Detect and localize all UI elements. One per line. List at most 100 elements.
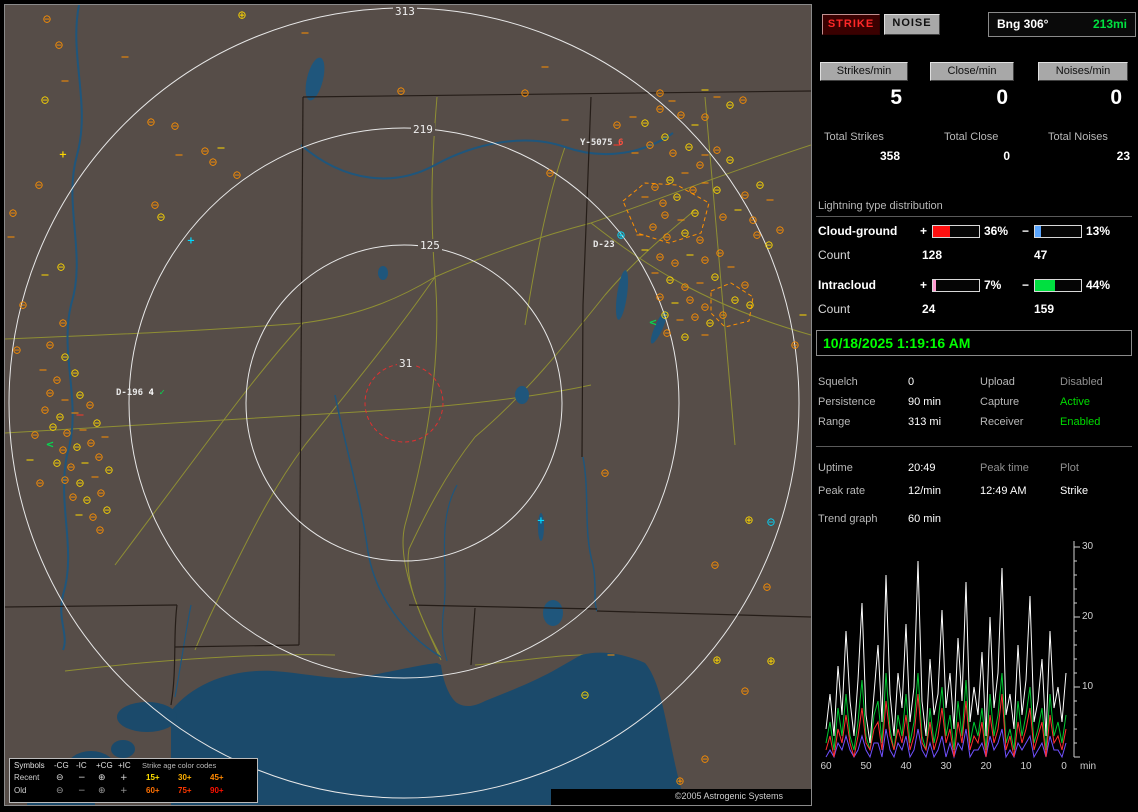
x-tick-60: 60 (820, 761, 832, 772)
ring-label-31: 31 (397, 357, 415, 370)
strike-symbol: ⊖ (690, 310, 700, 324)
strike-symbol (76, 414, 84, 416)
strike-symbol: ⊖ (676, 108, 686, 122)
strike-symbol (91, 476, 99, 478)
strike-symbol: ⊖ (580, 688, 590, 702)
strike-symbol: ⊖ (764, 238, 774, 252)
strike-symbol (61, 80, 69, 82)
strike-symbol: ⊖ (85, 398, 95, 412)
strike-symbol (79, 429, 87, 431)
strike-symbol: ⊖ (30, 428, 40, 442)
peak-time-value: 12:49 AM (980, 485, 1027, 497)
total-strikes-value: 358 (879, 149, 900, 163)
strike-symbol (7, 236, 15, 238)
intracloud-label: Intracloud (818, 278, 877, 292)
ic-minus-bar (1034, 279, 1082, 292)
range-value: 313 mi (908, 416, 942, 428)
strike-symbol (301, 32, 309, 34)
strike-symbol (607, 654, 615, 656)
strike-symbol: ⊖ (745, 298, 755, 312)
minus-sign: − (1022, 224, 1030, 238)
strike-symbol: ⊖ (650, 180, 660, 194)
strike-symbol: ⊖ (700, 253, 710, 267)
capture-value: Active (1060, 396, 1090, 408)
x-axis-unit-label: min (1080, 761, 1097, 772)
strike-symbol: ⊖ (95, 523, 105, 537)
strike-symbol: ⊖ (655, 290, 665, 304)
strike-symbol: ⊖ (68, 490, 78, 504)
strike-symbol: ⊖ (740, 278, 750, 292)
receiver-label: Receiver (980, 416, 1024, 428)
strike-symbol: ⊖ (662, 326, 672, 340)
strike-symbol (541, 66, 549, 68)
trend-series-strikes (825, 560, 1067, 744)
strike-symbol: ⊖ (146, 115, 156, 129)
cg-minus-pct: 13% (1086, 224, 1111, 238)
strike-symbol (734, 209, 742, 211)
strike-symbol (217, 147, 225, 149)
legend-symbols-header: Symbols (14, 761, 45, 770)
upload-value: Disabled (1060, 376, 1103, 388)
close-per-min-value: 0 (996, 86, 1008, 109)
peak-rate-value: 12/min (908, 485, 942, 497)
strike-symbol: ⊖ (75, 476, 85, 490)
strikes-per-min-button[interactable]: Strikes/min (820, 62, 908, 81)
strike-symbol (799, 314, 807, 316)
y-tick-10: 10 (1082, 681, 1094, 692)
strike-symbol: ⊖ (640, 116, 650, 130)
x-tick-0: 0 (1061, 761, 1067, 772)
strike-symbol (101, 436, 109, 438)
cg-minus-count: 47 (1034, 248, 1048, 262)
strike-symbol (75, 514, 83, 516)
strike-symbol: ⊖ (66, 460, 76, 474)
strike-symbol: ⊖ (52, 373, 62, 387)
peak-time-label: Peak time (980, 462, 1029, 474)
status-row: Persistence 90 min Capture Active (812, 396, 1138, 414)
strike-symbol: + (58, 149, 68, 161)
ic-plus-count: 24 (922, 302, 936, 316)
strike-symbol: ⊖ (790, 338, 800, 352)
session-row: Peak rate 12/min 12:49 AM Strike (812, 485, 1138, 503)
strike-symbol: ⊖ (715, 246, 725, 260)
strike-symbol: ⊕ (744, 513, 754, 527)
strike-symbol: ⊖ (58, 443, 68, 457)
legend-col-cg-minus: -CG (54, 761, 69, 770)
strike-symbol (727, 266, 735, 268)
strike-symbol: ⊖ (60, 473, 70, 487)
lightning-map[interactable]: ⊖ ⊖ ⊖ ⊖ ⊖ ⊖ ⊖ ⊖ ⊖ ⊖ + ⊖ ⊖ ⊖ ⊖ ⊖ ⊖ ⊕ ⊖ ⊖ ⊖ ⊖ ⊖ ⊖ ⊖ ⊖ ⊖ ⊖ ⊖ ⊖ ⊖ ⊖ ⊖ ⊖ ⊖ ⊖ ⊖ ⊖ ⊖ ⊖… (4, 4, 812, 806)
strike-indicator-button[interactable]: STRIKE (822, 14, 880, 35)
strike-symbol: ⊖ (156, 210, 166, 224)
symbols-legend: Symbols -CG -IC +CG +IC Strike age color… (9, 758, 258, 803)
strike-symbol: ⊖ (718, 308, 728, 322)
copyright-text: ©2005 Astrogenic Systems (551, 789, 811, 805)
intracloud-count-row: Count 24 159 (812, 302, 1138, 316)
minus-sign: − (1022, 278, 1030, 292)
strike-symbol: ⊖ (730, 293, 740, 307)
strike-symbol: ⊖ (520, 86, 530, 100)
close-per-min-button[interactable]: Close/min (930, 62, 1014, 81)
strike-symbol: ⊖ (766, 515, 776, 529)
legend-symbol-icon: − (78, 786, 86, 796)
total-close-value: 0 (1003, 149, 1010, 163)
storm-cell-label: D-23 (593, 240, 615, 250)
storm-cell-label: D-196 4 ✓ (116, 388, 165, 398)
strike-symbol: ⊖ (655, 102, 665, 116)
noise-indicator-button[interactable]: NOISE (884, 14, 940, 35)
strike-symbol: ⊖ (752, 228, 762, 242)
strike-symbol: ⊖ (232, 168, 242, 182)
x-tick-50: 50 (860, 761, 872, 772)
noises-per-min-value: 0 (1110, 86, 1122, 109)
strike-symbol: ⊖ (670, 256, 680, 270)
x-tick-30: 30 (940, 761, 952, 772)
noises-per-min-button[interactable]: Noises/min (1038, 62, 1128, 81)
strike-symbol (668, 100, 676, 102)
uptime-label: Uptime (818, 462, 853, 474)
ring-label-219: 219 (411, 123, 435, 136)
plot-label: Plot (1060, 462, 1079, 474)
strike-symbol: ⊖ (52, 456, 62, 470)
cg-plus-count: 128 (922, 248, 943, 262)
legend-col-cg-plus: +CG (96, 761, 113, 770)
cg-minus-bar (1034, 225, 1082, 238)
strike-symbol (681, 172, 689, 174)
strike-symbol: ⊖ (40, 93, 50, 107)
